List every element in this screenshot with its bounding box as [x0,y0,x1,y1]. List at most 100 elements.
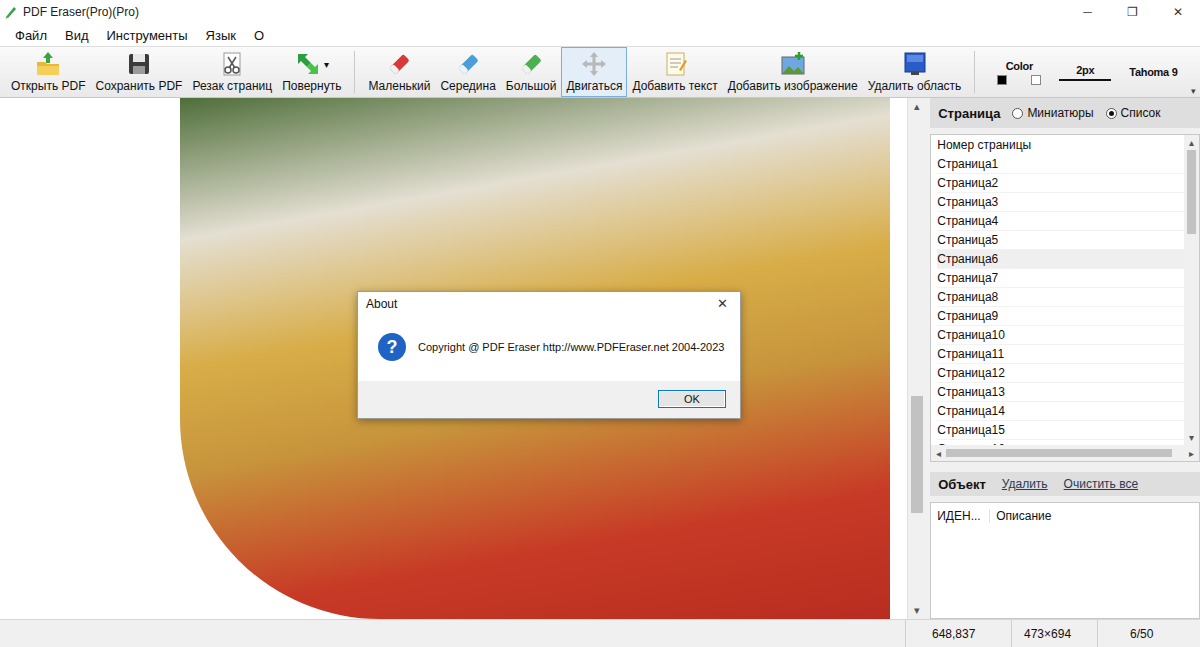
scroll-down-button[interactable]: ▾ [908,602,926,619]
toolbar-icon-row [661,49,689,79]
page-row[interactable]: Страница12 [937,364,1184,383]
toolbar-label: Резак страниц [192,79,272,94]
page-canvas[interactable]: About✕?Copyright @ PDF Eraser http://www… [0,98,907,619]
page-row[interactable]: Страница15 [937,421,1184,440]
page-panel-header: СтраницаМиниатюрыСписок [930,98,1200,128]
scroll-right-button[interactable]: ▸ [1184,448,1199,459]
object-action-link[interactable]: Удалить [1002,477,1048,491]
radio-icon [1106,108,1117,119]
ok-button[interactable]: OK [658,390,726,408]
question-icon: ? [378,333,406,361]
page-row[interactable]: Страница10 [937,326,1184,345]
view-radio[interactable]: Список [1106,106,1161,120]
scroll-track [1184,150,1199,430]
scroll-up-button[interactable]: ▴ [908,98,926,115]
list-scrollbar[interactable]: ▴▾ [1184,135,1199,445]
toolbar-button[interactable]: Большой [501,47,562,97]
radio-label: Список [1121,106,1161,120]
add-text-icon [661,50,689,78]
page-row[interactable]: Страница1 [937,155,1184,174]
radio-icon [1012,108,1023,119]
toolbar-more-button[interactable]: ▾ [1191,86,1196,96]
eraser-icon [517,50,545,78]
add-image-icon [779,50,807,78]
page-row[interactable]: Страница13 [937,383,1184,402]
toolbar-label: Повернуть [282,79,341,94]
scroll-thumb[interactable] [946,449,1172,457]
page-rows: Номер страницыСтраница1Страница2Страница… [931,135,1184,445]
window-control[interactable]: ✕ [1155,5,1200,19]
toolbar-icon-row [454,49,482,79]
scroll-up-button[interactable]: ▴ [1184,135,1199,150]
toolbar-button[interactable]: Маленький [363,47,435,97]
font-picker[interactable]: Tahoma 9 [1129,66,1177,78]
menu-item[interactable]: Инструменты [98,28,197,43]
page-row[interactable]: Страница5 [937,231,1184,250]
toolbar-button[interactable]: Добавить изображение [723,47,863,97]
toolbar-button[interactable]: Середина [435,47,500,97]
scroll-track [946,445,1184,461]
color-swatch[interactable] [1031,75,1041,85]
line-width-sample [1059,79,1111,81]
scroll-track [908,115,926,602]
toolbar-button[interactable]: Резак страниц [187,47,277,97]
menu-item[interactable]: О [245,28,273,43]
color-label: Color [1006,60,1033,72]
dropdown-arrow[interactable]: ▾ [324,59,329,70]
dialog-title-bar: About✕ [358,292,740,315]
main-area: About✕?Copyright @ PDF Eraser http://www… [0,98,1200,619]
color-swatch[interactable] [997,75,1007,85]
page-row[interactable]: Страница7 [937,269,1184,288]
page-list: Номер страницыСтраница1Страница2Страница… [930,134,1200,462]
toolbar-label: Открыть PDF [11,79,85,94]
toolbar-icon-row [125,49,153,79]
format-group: Color 2px Tahoma 9 [983,47,1183,97]
menu-item[interactable]: Вид [56,28,98,43]
page-row[interactable]: Страница3 [937,193,1184,212]
window-control[interactable]: ─ [1065,5,1110,19]
page-row[interactable]: Страница2 [937,174,1184,193]
toolbar-button[interactable]: ▾ Повернуть [277,47,346,97]
page-list-body: Номер страницыСтраница1Страница2Страница… [931,135,1199,445]
toolbar-button[interactable]: Сохранить PDF [90,47,187,97]
column-header[interactable]: ИДЕН... [931,509,990,523]
color-picker[interactable]: Color [997,60,1041,85]
folder-icon [34,50,62,78]
window-control[interactable]: ❐ [1110,5,1155,19]
status-cell: 648,837 [905,620,1011,647]
toolbar-icon-row [385,49,413,79]
page-row[interactable]: Страница6 [937,250,1184,269]
dialog-body: ?Copyright @ PDF Eraser http://www.PDFEr… [358,315,740,381]
object-action-link[interactable]: Очистить все [1064,477,1138,491]
page-row[interactable]: Страница8 [937,288,1184,307]
font-label: Tahoma 9 [1129,66,1177,78]
menu-item[interactable]: Файл [6,28,56,43]
view-radio[interactable]: Миниатюры [1012,106,1093,120]
list-column-header[interactable]: Номер страницы [937,135,1184,155]
status-bar: 648,837473×6946/50 [0,619,1200,647]
canvas-scrollbar[interactable]: ▴▾ [907,98,926,619]
side-panel: СтраницаМиниатюрыСписокНомер страницыСтр… [930,98,1200,619]
page-row[interactable]: Страница11 [937,345,1184,364]
page-row[interactable]: Страница9 [937,307,1184,326]
toolbar-button[interactable]: Удалить область [863,47,967,97]
page-row[interactable]: Страница14 [937,402,1184,421]
menu-item[interactable]: Язык [197,28,245,43]
column-header[interactable]: Описание [990,509,1057,523]
scroll-thumb[interactable] [911,396,923,513]
toolbar: Открыть PDF Сохранить PDF Резак страниц ▾ По… [0,46,1200,98]
toolbar-separator [354,51,355,93]
scroll-thumb[interactable] [1187,150,1196,234]
about-dialog: About✕?Copyright @ PDF Eraser http://www… [357,291,741,419]
object-table: ИДЕН...Описание [930,502,1200,619]
toolbar-button[interactable]: Двигаться [561,47,627,97]
dialog-close-button[interactable]: ✕ [717,296,732,311]
list-hscrollbar[interactable]: ◂▸ [931,445,1199,461]
line-width-picker[interactable]: 2px [1059,64,1111,81]
toolbar-button[interactable]: Открыть PDF [6,47,90,97]
toolbar-button[interactable]: Добавить текст [627,47,722,97]
eraser-icon [454,50,482,78]
scroll-left-button[interactable]: ◂ [931,448,946,459]
scroll-down-button[interactable]: ▾ [1184,430,1199,445]
page-row[interactable]: Страница4 [937,212,1184,231]
